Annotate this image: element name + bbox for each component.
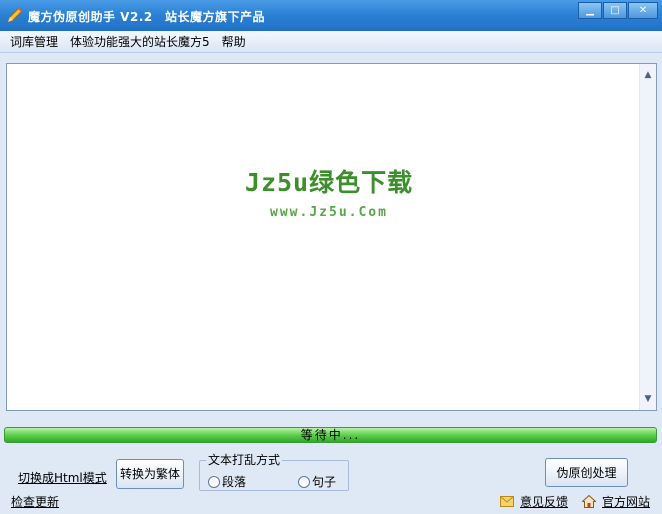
pencil-icon (7, 7, 23, 23)
radio-paragraph[interactable]: 段落 (208, 473, 246, 490)
menu-item-help[interactable]: 帮助 (216, 32, 252, 52)
check-update-link[interactable]: 检查更新 (11, 493, 59, 510)
window-controls: ▁ □ ✕ (577, 2, 658, 20)
feedback-link[interactable]: 意见反馈 (500, 493, 568, 510)
convert-traditional-button[interactable]: 转换为繁体 (116, 459, 184, 489)
watermark: Jz5u绿色下载 www.Jz5u.Com (234, 168, 424, 222)
menu-bar: 词库管理 体验功能强大的站长魔方5 帮助 (0, 31, 662, 53)
title-bar: 魔方伪原创助手 V2.2 站长魔方旗下产品 ▁ □ ✕ (0, 0, 662, 31)
website-link[interactable]: 官方网站 (582, 493, 650, 510)
text-editor[interactable]: ▲ ▼ (6, 63, 657, 411)
maximize-button[interactable]: □ (603, 2, 627, 19)
radio-circle-icon[interactable] (208, 475, 220, 488)
html-mode-link[interactable]: 切换成Html模式 (18, 469, 107, 486)
window-subtitle: 站长魔方旗下产品 (165, 10, 266, 24)
house-icon (582, 495, 596, 508)
close-button[interactable]: ✕ (628, 2, 658, 19)
radio-sentence-label: 句子 (312, 475, 337, 489)
feedback-link-label[interactable]: 意见反馈 (520, 493, 568, 510)
minimize-button[interactable]: ▁ (578, 2, 602, 19)
radio-circle-icon[interactable] (298, 475, 310, 488)
menu-item-webmaster-cube[interactable]: 体验功能强大的站长魔方5 (64, 32, 216, 52)
website-link-label[interactable]: 官方网站 (602, 493, 650, 510)
envelope-icon (500, 496, 514, 507)
radio-sentence[interactable]: 句子 (298, 473, 336, 490)
window-title: 魔方伪原创助手 V2.2 (28, 10, 153, 24)
watermark-logo-text: Jz5u绿色下载 (244, 168, 414, 197)
progress-bar: 等待中... (4, 427, 657, 443)
watermark-url: www.Jz5u.Com (270, 205, 388, 220)
scroll-up-icon[interactable]: ▲ (642, 68, 654, 82)
radio-paragraph-label: 段落 (222, 475, 247, 489)
menu-item-dictionary[interactable]: 词库管理 (4, 32, 64, 52)
vertical-scrollbar[interactable]: ▲ ▼ (639, 64, 656, 410)
shuffle-mode-label: 文本打乱方式 (206, 453, 283, 467)
process-button[interactable]: 伪原创处理 (545, 458, 628, 487)
shuffle-mode-group: 文本打乱方式 段落 句子 (199, 453, 349, 491)
scroll-down-icon[interactable]: ▼ (642, 392, 654, 406)
